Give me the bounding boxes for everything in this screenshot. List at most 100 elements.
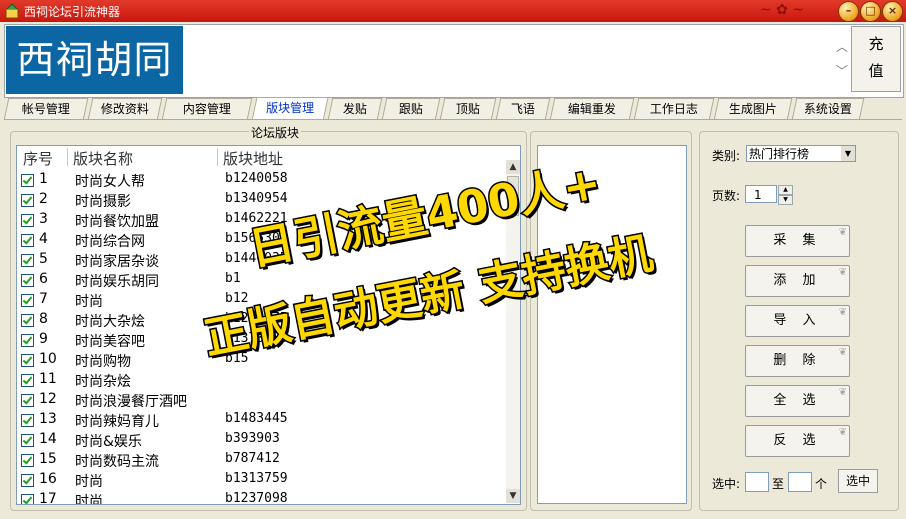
tab-item[interactable]: 编辑重发 (549, 98, 635, 120)
pages-input[interactable]: 1 (745, 185, 777, 203)
category-label: 类别: (712, 149, 741, 163)
chevron-up-icon[interactable]: ︿ (835, 35, 849, 59)
import-button[interactable]: 导 入 ❦ (745, 305, 850, 337)
board-name: 时尚杂烩 (75, 374, 131, 390)
button-label: 删 除 (773, 353, 822, 368)
board-url: b1340954 (225, 191, 288, 206)
column-header-name[interactable]: 版块名称 (73, 148, 133, 169)
invert-selection-button[interactable]: 反 选 ❦ (745, 425, 850, 457)
board-name: 时尚购物 (75, 354, 131, 370)
tab-item[interactable]: 修改资料 (87, 98, 163, 120)
row-number: 14 (39, 431, 57, 447)
column-header-no[interactable]: 序号 (23, 148, 53, 169)
tab-item[interactable]: 系统设置 (791, 98, 865, 120)
tab-label: 顶贴 (455, 102, 480, 116)
category-value: 热门排行榜 (749, 147, 810, 161)
tab-item[interactable]: 跟贴 (381, 98, 441, 120)
row-checkbox[interactable] (21, 214, 34, 227)
announcement-scroll[interactable]: ︿ ﹀ (835, 35, 849, 83)
select-from-input[interactable] (745, 472, 769, 492)
row-number: 12 (39, 391, 57, 407)
tab-item[interactable]: 飞语 (495, 98, 551, 120)
tab-item[interactable]: 内容管理 (161, 98, 253, 120)
minimize-button[interactable]: – (838, 1, 859, 22)
row-checkbox[interactable] (21, 494, 34, 504)
row-checkbox[interactable] (21, 234, 34, 247)
board-name: 时尚数码主流 (75, 454, 159, 470)
row-checkbox[interactable] (21, 374, 34, 387)
tab-item[interactable]: 工作日志 (633, 98, 715, 120)
board-name: 时尚美容吧 (75, 334, 145, 350)
tab-item[interactable]: 顶贴 (439, 98, 497, 120)
window-title: 西祠论坛引流神器 (24, 5, 121, 19)
titlebar-ornament: ~ ✿ ~ (760, 2, 805, 18)
board-name: 时尚摄影 (75, 194, 131, 210)
select-to-input[interactable] (788, 472, 812, 492)
close-button[interactable]: × (882, 1, 903, 22)
tab-label: 工作日志 (649, 102, 698, 116)
button-label: 反 选 (773, 433, 822, 448)
swirl-icon: ❦ (838, 387, 847, 398)
row-checkbox[interactable] (21, 174, 34, 187)
column-divider[interactable] (217, 148, 218, 166)
row-number: 2 (39, 191, 48, 207)
tab-label: 跟贴 (398, 102, 423, 116)
row-number: 1 (39, 171, 48, 187)
row-checkbox[interactable] (21, 334, 34, 347)
tab-label: 版块管理 (266, 101, 315, 115)
row-checkbox[interactable] (21, 194, 34, 207)
tab-label: 内容管理 (182, 102, 231, 116)
row-checkbox[interactable] (21, 254, 34, 267)
tab-item[interactable]: 版块管理 (251, 97, 329, 121)
row-checkbox[interactable] (21, 354, 34, 367)
unit-label: 个 (815, 477, 828, 491)
board-name: 时尚 (75, 474, 103, 490)
maximize-button[interactable]: □ (860, 1, 881, 22)
row-checkbox[interactable] (21, 274, 34, 287)
step-down-icon[interactable]: ▼ (778, 195, 793, 205)
group-title: 论坛版块 (249, 124, 302, 141)
category-select[interactable]: 热门排行榜 ▼ (746, 145, 856, 162)
button-label: 采 集 (773, 233, 822, 248)
row-checkbox[interactable] (21, 454, 34, 467)
row-checkbox[interactable] (21, 414, 34, 427)
to-label: 至 (772, 477, 785, 491)
row-checkbox[interactable] (21, 394, 34, 407)
row-number: 15 (39, 451, 57, 467)
row-number: 13 (39, 411, 57, 427)
scroll-down-icon[interactable]: ▼ (506, 489, 520, 503)
dropdown-arrow-icon[interactable]: ▼ (841, 146, 855, 161)
select-all-button[interactable]: 全 选 ❦ (745, 385, 850, 417)
row-checkbox[interactable] (21, 294, 34, 307)
row-checkbox[interactable] (21, 474, 34, 487)
row-number: 6 (39, 271, 48, 287)
row-checkbox[interactable] (21, 434, 34, 447)
add-button[interactable]: 添 加 ❦ (745, 265, 850, 297)
swirl-icon: ❦ (838, 307, 847, 318)
row-number: 10 (39, 351, 57, 367)
board-name: 时尚 (75, 494, 103, 505)
column-header-url[interactable]: 版块地址 (223, 148, 283, 169)
collect-button[interactable]: 采 集 ❦ (745, 225, 850, 257)
step-up-icon[interactable]: ▲ (778, 185, 793, 195)
board-url: b1237098 (225, 491, 288, 505)
chevron-down-icon[interactable]: ﹀ (835, 59, 849, 83)
board-url: b393903 (225, 431, 280, 446)
board-name: 时尚家居杂谈 (75, 254, 159, 270)
pages-stepper[interactable]: ▲ ▼ (778, 185, 793, 205)
board-name: 时尚辣妈育儿 (75, 414, 159, 430)
header-banner: 西祠胡同 ︿ ﹀ 充 值 (4, 24, 904, 98)
row-number: 3 (39, 211, 48, 227)
column-divider[interactable] (67, 148, 68, 166)
board-url: b1313759 (225, 471, 288, 486)
delete-button[interactable]: 删 除 ❦ (745, 345, 850, 377)
row-checkbox[interactable] (21, 314, 34, 327)
recharge-button[interactable]: 充 值 (851, 26, 901, 92)
select-range-button[interactable]: 选中 (838, 469, 878, 493)
tab-item[interactable]: 发贴 (327, 98, 383, 120)
site-logo: 西祠胡同 (6, 26, 183, 94)
button-label: 添 加 (773, 273, 822, 288)
board-name: 时尚娱乐胡同 (75, 274, 159, 290)
tab-item[interactable]: 帐号管理 (3, 98, 89, 120)
tab-item[interactable]: 生成图片 (713, 98, 793, 120)
